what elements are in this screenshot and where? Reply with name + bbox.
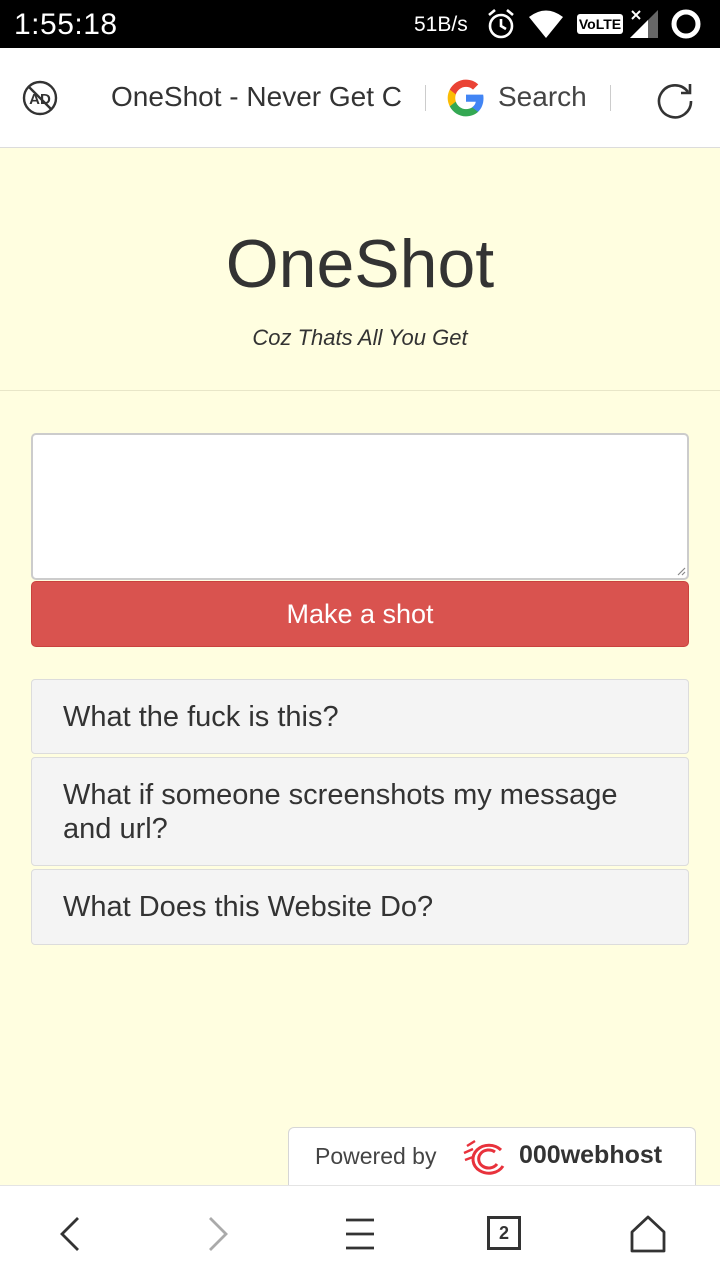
- volte-icon: VoLTE: [577, 14, 623, 34]
- powered-by-badge[interactable]: Powered by 000webhost: [288, 1127, 696, 1185]
- webhost-name: 000webhost: [519, 1141, 663, 1169]
- status-bar: 1:55:18 51B/s VoLTE: [0, 0, 720, 48]
- google-icon[interactable]: [446, 78, 486, 118]
- site-tagline: Coz Thats All You Get: [252, 325, 468, 350]
- battery-icon: [671, 9, 701, 39]
- faq-item[interactable]: What the fuck is this?: [31, 679, 689, 754]
- toolbar-divider: [610, 85, 611, 111]
- site-header: OneShot Coz Thats All You Get: [0, 149, 720, 391]
- faq-item[interactable]: What Does this Website Do?: [31, 869, 689, 945]
- home-icon[interactable]: [624, 1210, 672, 1258]
- make-shot-button[interactable]: Make a shot: [31, 581, 689, 647]
- alarm-icon: [488, 9, 514, 39]
- tabs-icon[interactable]: 2: [487, 1216, 521, 1250]
- wifi-icon: [529, 10, 563, 38]
- address-bar-title[interactable]: OneShot - Never Get C: [111, 81, 409, 113]
- powered-by-label: Powered by: [315, 1143, 437, 1169]
- message-input[interactable]: [31, 433, 689, 580]
- back-icon[interactable]: [46, 1210, 94, 1258]
- browser-bottom-nav: 2: [0, 1185, 720, 1280]
- site-title: OneShot: [225, 226, 495, 302]
- toolbar-divider: [425, 85, 426, 111]
- refresh-icon[interactable]: [654, 78, 696, 120]
- faq-question: What Does this Website Do?: [63, 891, 434, 923]
- status-time: 1:55:18: [14, 8, 118, 41]
- signal-icon: [630, 10, 658, 38]
- faq-item[interactable]: What if someone screenshots my message a…: [31, 757, 689, 866]
- resize-grip-icon[interactable]: [676, 566, 686, 576]
- faq-question: What if someone screenshots my message a…: [63, 778, 618, 845]
- ad-block-icon[interactable]: AD: [20, 78, 60, 118]
- search-label[interactable]: Search: [498, 81, 587, 113]
- webhost-logo-icon: [463, 1139, 505, 1175]
- browser-toolbar: AD OneShot - Never Get C Search: [0, 48, 720, 148]
- forward-icon[interactable]: [194, 1210, 242, 1258]
- svg-text:VoLTE: VoLTE: [579, 16, 621, 32]
- faq-question: What the fuck is this?: [63, 700, 339, 733]
- menu-icon[interactable]: [336, 1210, 384, 1258]
- network-speed: 51B/s: [414, 13, 468, 36]
